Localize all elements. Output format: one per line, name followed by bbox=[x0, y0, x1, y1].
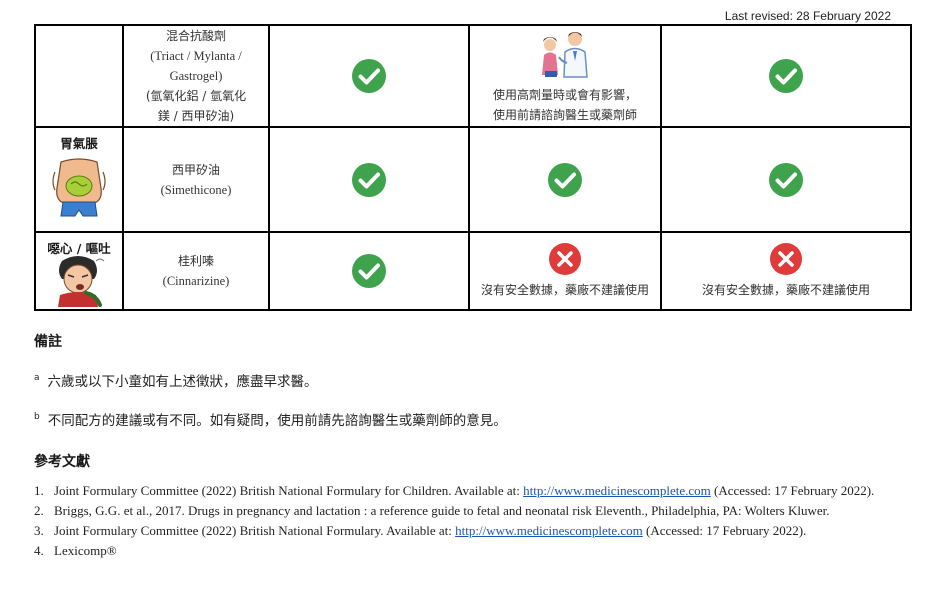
symptom-cell bbox=[34, 24, 124, 128]
cross-icon bbox=[770, 243, 802, 275]
check-icon bbox=[352, 59, 386, 93]
footnote-marker: a bbox=[34, 373, 40, 383]
table-row: 胃氣脹 西甲矽油 (Simethicone) bbox=[34, 126, 912, 233]
drug-name: 混合抗酸劑 bbox=[165, 29, 226, 43]
status-cell bbox=[268, 126, 470, 233]
reference-number: 3. bbox=[34, 523, 44, 538]
symptom-cell: 噁心 / 嘔吐 bbox=[34, 231, 124, 311]
reference-item: 1. Joint Formulary Committee (2022) Brit… bbox=[34, 481, 884, 500]
drug-brand: Gastrogel) bbox=[169, 69, 223, 83]
drug-english-name: (Simethicone) bbox=[160, 182, 232, 197]
drug-name: 桂利嗪 bbox=[177, 254, 214, 268]
remark-text: 不同配方的建議或有不同。如有疑問，使用前請先諮詢醫生或藥劑師的意見。 bbox=[47, 413, 507, 429]
cross-icon bbox=[549, 243, 581, 275]
status-cell: 沒有安全數據，藥廠不建議使用 bbox=[468, 231, 662, 311]
symptom-label: 胃氣脹 bbox=[60, 136, 98, 151]
symptom-cell: 胃氣脹 bbox=[34, 126, 124, 233]
reference-text: Joint Formulary Committee (2022) British… bbox=[54, 483, 875, 498]
reference-link[interactable]: http://www.medicinescomplete.com bbox=[455, 523, 643, 538]
medication-table: 混合抗酸劑 (Triact / Mylanta / Gastrogel) (氫氧… bbox=[34, 24, 912, 311]
bloated-stomach-icon bbox=[52, 157, 106, 216]
caution-note: 使用高劑量時或會有影響， bbox=[492, 88, 637, 102]
drug-ingredient: 鎂 / 西甲矽油) bbox=[157, 109, 235, 123]
reference-number: 4. bbox=[34, 543, 44, 558]
not-recommended-note: 沒有安全數據，藥廠不建議使用 bbox=[701, 283, 870, 297]
drug-ingredient: (氫氧化鋁 / 氫氧化 bbox=[145, 89, 247, 103]
references-heading: 參考文獻 bbox=[34, 454, 90, 470]
doctor-consult-icon bbox=[542, 32, 588, 78]
status-cell bbox=[268, 24, 470, 128]
check-icon bbox=[352, 254, 386, 288]
remark-item: a 六歲或以下小童如有上述徵狀，應盡早求醫。 bbox=[34, 370, 318, 390]
reference-list: 1. Joint Formulary Committee (2022) Brit… bbox=[34, 481, 884, 561]
check-icon bbox=[548, 162, 582, 197]
check-icon bbox=[769, 59, 803, 93]
status-cell bbox=[268, 231, 470, 311]
reference-item: 2. Briggs, G.G. et al., 2017. Drugs in p… bbox=[34, 501, 884, 520]
reference-number: 2. bbox=[34, 503, 44, 518]
symptom-label: 噁心 / 嘔吐 bbox=[47, 241, 111, 256]
status-cell bbox=[468, 126, 662, 233]
drug-brand: (Triact / Mylanta / bbox=[150, 49, 242, 63]
remark-text: 六歲或以下小童如有上述徵狀，應盡早求醫。 bbox=[47, 374, 318, 390]
footnote-marker: b bbox=[34, 412, 40, 422]
not-recommended-note: 沒有安全數據，藥廠不建議使用 bbox=[480, 283, 649, 297]
reference-item: 4. Lexicomp® bbox=[34, 541, 884, 560]
status-cell bbox=[660, 126, 912, 233]
remark-item: b 不同配方的建議或有不同。如有疑問，使用前請先諮詢醫生或藥劑師的意見。 bbox=[34, 409, 507, 429]
table-row: 噁心 / 嘔吐 桂利嗪 (Cinnarizine) 沒有安全數據，藥廠不建議使用 bbox=[34, 231, 912, 311]
status-cell bbox=[660, 24, 912, 128]
nausea-vomiting-icon bbox=[58, 256, 105, 307]
reference-text: Briggs, G.G. et al., 2017. Drugs in preg… bbox=[54, 503, 830, 518]
drug-english-name: (Cinnarizine) bbox=[162, 274, 230, 288]
remarks-heading: 備註 bbox=[34, 334, 62, 350]
caution-note: 使用前請諮詢醫生或藥劑師 bbox=[492, 108, 637, 122]
table-row: 混合抗酸劑 (Triact / Mylanta / Gastrogel) (氫氧… bbox=[34, 24, 912, 128]
reference-text: Joint Formulary Committee (2022) British… bbox=[54, 523, 807, 538]
reference-link[interactable]: http://www.medicinescomplete.com bbox=[523, 483, 711, 498]
drug-name: 西甲矽油 bbox=[171, 162, 220, 177]
drug-cell: 桂利嗪 (Cinnarizine) bbox=[122, 231, 270, 311]
check-icon bbox=[769, 162, 803, 197]
reference-text: Lexicomp® bbox=[54, 543, 117, 558]
reference-item: 3. Joint Formulary Committee (2022) Brit… bbox=[34, 521, 884, 540]
last-revised: Last revised: 28 February 2022 bbox=[724, 9, 891, 23]
status-cell: 沒有安全數據，藥廠不建議使用 bbox=[660, 231, 912, 311]
check-icon bbox=[352, 162, 386, 197]
drug-cell: 西甲矽油 (Simethicone) bbox=[122, 126, 270, 233]
reference-number: 1. bbox=[34, 483, 44, 498]
drug-cell: 混合抗酸劑 (Triact / Mylanta / Gastrogel) (氫氧… bbox=[122, 24, 270, 128]
status-cell: 使用高劑量時或會有影響， 使用前請諮詢醫生或藥劑師 bbox=[468, 24, 662, 128]
